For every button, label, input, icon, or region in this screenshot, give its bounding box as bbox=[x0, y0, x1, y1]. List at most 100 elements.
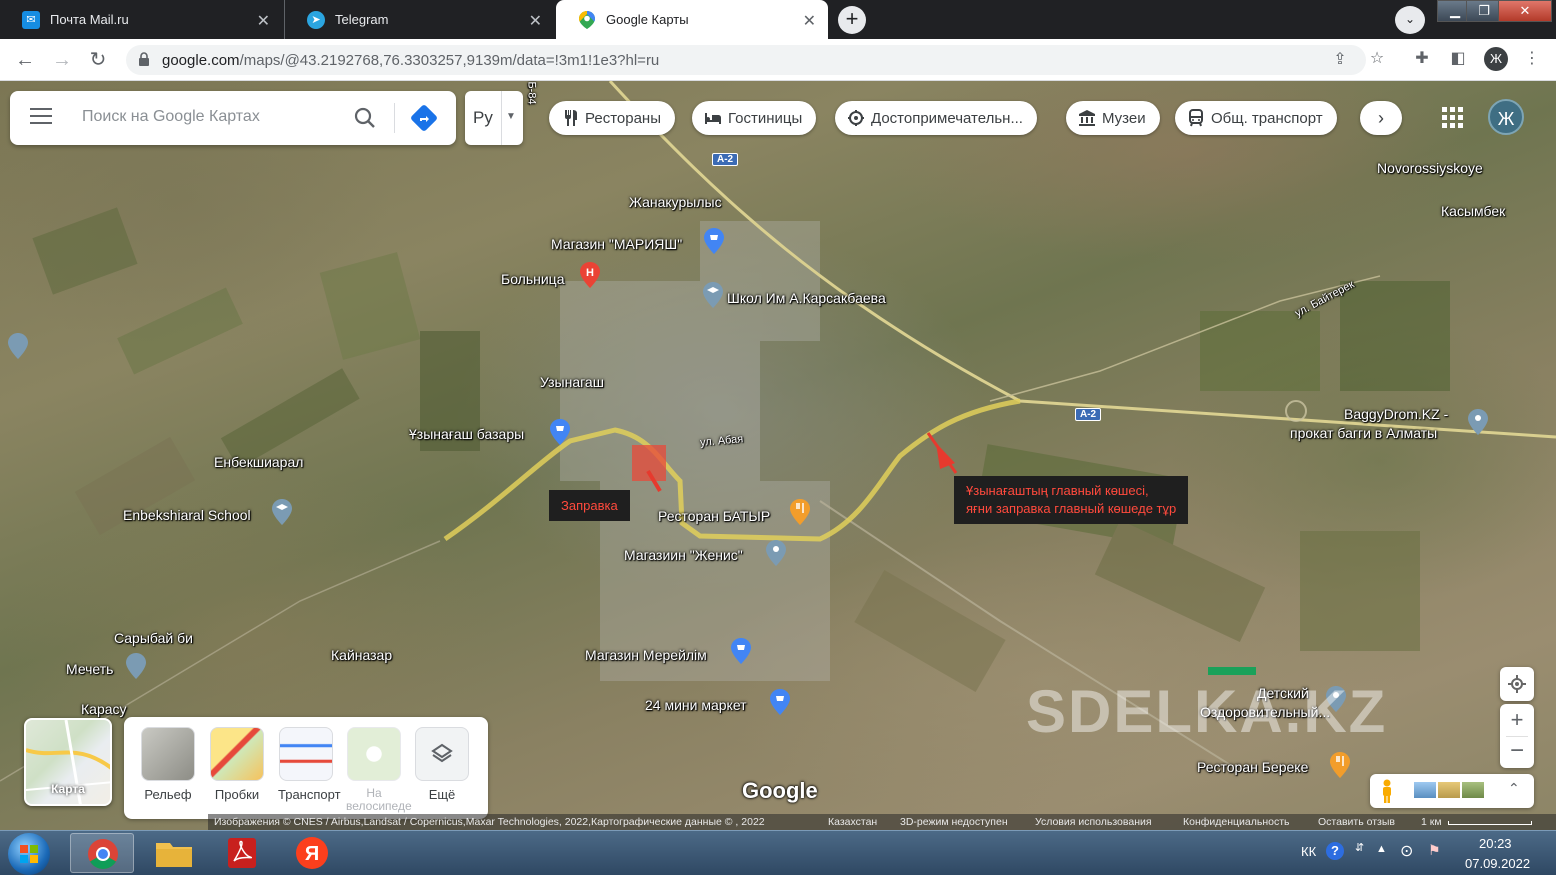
restaurant-pin-icon[interactable] bbox=[790, 499, 810, 525]
search-input[interactable]: Поиск на Google Картах bbox=[82, 108, 260, 126]
pegman-icon[interactable] bbox=[1380, 779, 1394, 803]
chips-next-chevron-icon[interactable]: › bbox=[1360, 101, 1402, 135]
account-avatar[interactable]: Ж bbox=[1488, 99, 1524, 135]
place-pin-icon[interactable] bbox=[1468, 409, 1488, 435]
back-arrow-icon[interactable]: ← bbox=[13, 48, 37, 72]
layer-bicycling[interactable]: На велосипеде bbox=[346, 727, 412, 813]
imagery-thumbnail-icon[interactable] bbox=[1438, 782, 1460, 798]
imagery-thumbnail-icon[interactable] bbox=[1414, 782, 1436, 798]
place-label[interactable]: Жанакурылыс bbox=[629, 194, 722, 210]
taskbar-chrome[interactable] bbox=[70, 833, 134, 873]
place-label[interactable]: Енбекшиарал bbox=[214, 454, 303, 470]
layer-more[interactable]: Ещё bbox=[414, 727, 470, 802]
privacy-link[interactable]: Конфиденциальность bbox=[1183, 814, 1290, 830]
zoom-in-icon[interactable]: + bbox=[1500, 704, 1534, 736]
chip-transit[interactable]: Общ. транспорт bbox=[1175, 101, 1337, 135]
clock-sync-icon[interactable]: ⊙ bbox=[1400, 841, 1413, 861]
bookmark-star-icon[interactable]: ☆ bbox=[1366, 48, 1388, 70]
place-label[interactable]: Узынагаш bbox=[540, 374, 604, 390]
keyboard-language[interactable]: КК bbox=[1301, 844, 1316, 859]
new-tab-button[interactable]: + bbox=[838, 6, 866, 34]
chip-museums[interactable]: Музеи bbox=[1066, 101, 1160, 135]
place-label[interactable]: Касымбек bbox=[1441, 203, 1505, 219]
place-label[interactable]: Enbekshiaral School bbox=[123, 507, 251, 523]
dropdown-arrow-icon[interactable]: ▼ bbox=[506, 111, 516, 122]
shopping-pin-icon[interactable] bbox=[731, 638, 751, 664]
window-close-button[interactable]: ✕ bbox=[1498, 0, 1552, 22]
taskbar-acrobat[interactable] bbox=[210, 833, 274, 873]
place-label[interactable]: Магазин Мерейлім bbox=[585, 647, 707, 663]
search-icon[interactable] bbox=[352, 105, 378, 131]
terms-link[interactable]: Условия использования bbox=[1035, 814, 1152, 830]
restaurant-pin-icon[interactable] bbox=[1330, 752, 1350, 778]
directions-icon[interactable] bbox=[410, 104, 438, 132]
mosque-pin-icon[interactable] bbox=[8, 333, 28, 359]
feedback-link[interactable]: Оставить отзыв bbox=[1318, 814, 1395, 830]
tab-telegram[interactable]: ➤ Telegram ✕ bbox=[284, 0, 554, 39]
place-label[interactable]: Ұзынағаш базары bbox=[409, 426, 524, 442]
place-label[interactable]: Ресторан Береке bbox=[1197, 759, 1308, 775]
shopping-pin-icon[interactable] bbox=[550, 419, 570, 445]
profile-avatar[interactable]: Ж bbox=[1484, 47, 1508, 71]
place-label[interactable]: Магазин "МАРИЯШ" bbox=[551, 236, 682, 252]
place-label[interactable]: Школ Им А.Карсакбаева bbox=[727, 290, 886, 306]
taskbar-yandex[interactable]: Я bbox=[280, 833, 344, 873]
tab-google-maps[interactable]: Google Карты ✕ bbox=[556, 0, 828, 39]
extensions-puzzle-icon[interactable]: ✚ bbox=[1411, 48, 1433, 70]
close-tab-icon[interactable]: ✕ bbox=[803, 11, 816, 31]
place-label[interactable]: 24 мини маркет bbox=[645, 697, 747, 713]
show-hidden-icons-icon[interactable]: ▲ bbox=[1376, 843, 1387, 855]
place-label[interactable]: Магазиин "Женис" bbox=[624, 547, 743, 563]
school-pin-icon[interactable] bbox=[272, 499, 292, 525]
place-label[interactable]: Сарыбай би bbox=[114, 630, 193, 646]
place-label[interactable]: Карасу bbox=[81, 701, 127, 717]
layer-transit[interactable]: Транспорт bbox=[278, 727, 341, 802]
school-pin-icon[interactable] bbox=[703, 282, 723, 308]
close-tab-icon[interactable]: ✕ bbox=[257, 11, 270, 31]
place-label[interactable]: BaggyDrom.KZ - bbox=[1344, 406, 1448, 422]
country-link[interactable]: Казахстан bbox=[828, 814, 877, 830]
shopping-pin-icon[interactable] bbox=[704, 228, 724, 254]
action-center-flag-icon[interactable]: ⚑ bbox=[1428, 842, 1441, 859]
place-label[interactable]: Novorossiyskoye bbox=[1377, 160, 1483, 176]
chip-attractions[interactable]: Достопримечательн... bbox=[835, 101, 1037, 135]
forward-arrow-icon[interactable]: → bbox=[50, 48, 74, 72]
place-label[interactable]: Кайназар bbox=[331, 647, 392, 663]
tab-mail[interactable]: ✉ Почта Mail.ru ✕ bbox=[0, 0, 282, 39]
reload-icon[interactable]: ↻ bbox=[86, 48, 110, 72]
map-type-toggle[interactable]: Карта bbox=[24, 718, 112, 806]
chip-hotels[interactable]: Гостиницы bbox=[692, 101, 817, 135]
layer-terrain[interactable]: Рельеф bbox=[140, 727, 196, 802]
place-label[interactable]: прокат багги в Алматы bbox=[1290, 425, 1437, 441]
clock-time[interactable]: 20:23 bbox=[1479, 836, 1512, 851]
place-label[interactable]: Ресторан БАТЫР bbox=[658, 508, 770, 524]
my-location-button[interactable] bbox=[1500, 667, 1534, 701]
language-selector[interactable]: Ру ▼ bbox=[465, 91, 523, 145]
address-bar[interactable]: google.com/maps/@43.2192768,76.3303257,9… bbox=[126, 45, 1366, 75]
clock-date[interactable]: 07.09.2022 bbox=[1465, 856, 1530, 871]
hamburger-menu-icon[interactable] bbox=[30, 108, 52, 128]
hospital-pin-icon[interactable]: H bbox=[580, 262, 600, 288]
mosque-pin-icon[interactable] bbox=[126, 653, 146, 679]
taskbar-explorer[interactable] bbox=[142, 833, 206, 873]
google-apps-grid-icon[interactable] bbox=[1440, 105, 1466, 131]
start-button[interactable] bbox=[8, 833, 50, 875]
chip-restaurants[interactable]: Рестораны bbox=[549, 101, 675, 135]
expand-chevron-icon[interactable]: ⌃ bbox=[1508, 780, 1520, 797]
imagery-thumbnail-icon[interactable] bbox=[1462, 782, 1484, 798]
close-tab-icon[interactable]: ✕ bbox=[529, 11, 542, 31]
maximize-button[interactable]: ❐ bbox=[1466, 0, 1502, 22]
tab-search-chevron-icon[interactable]: ⌄ bbox=[1395, 6, 1425, 34]
place-label[interactable]: Больница bbox=[501, 271, 565, 287]
side-panel-icon[interactable]: ◧ bbox=[1447, 48, 1469, 70]
scale-label[interactable]: 1 км bbox=[1421, 814, 1442, 830]
shopping-pin-icon[interactable] bbox=[766, 540, 786, 566]
browser-menu-icon[interactable]: ⋮ bbox=[1521, 48, 1543, 70]
zoom-out-icon[interactable]: − bbox=[1500, 737, 1534, 768]
satellite-map[interactable]: Поиск на Google Картах Ру ▼ Рестораны Го… bbox=[0, 81, 1556, 830]
help-icon[interactable]: ? bbox=[1326, 842, 1344, 860]
share-icon[interactable]: ⇪ bbox=[1330, 50, 1350, 70]
shopping-pin-icon[interactable] bbox=[770, 689, 790, 715]
layer-traffic[interactable]: Пробки bbox=[209, 727, 265, 802]
network-icon[interactable]: ⇵ bbox=[1355, 841, 1364, 854]
